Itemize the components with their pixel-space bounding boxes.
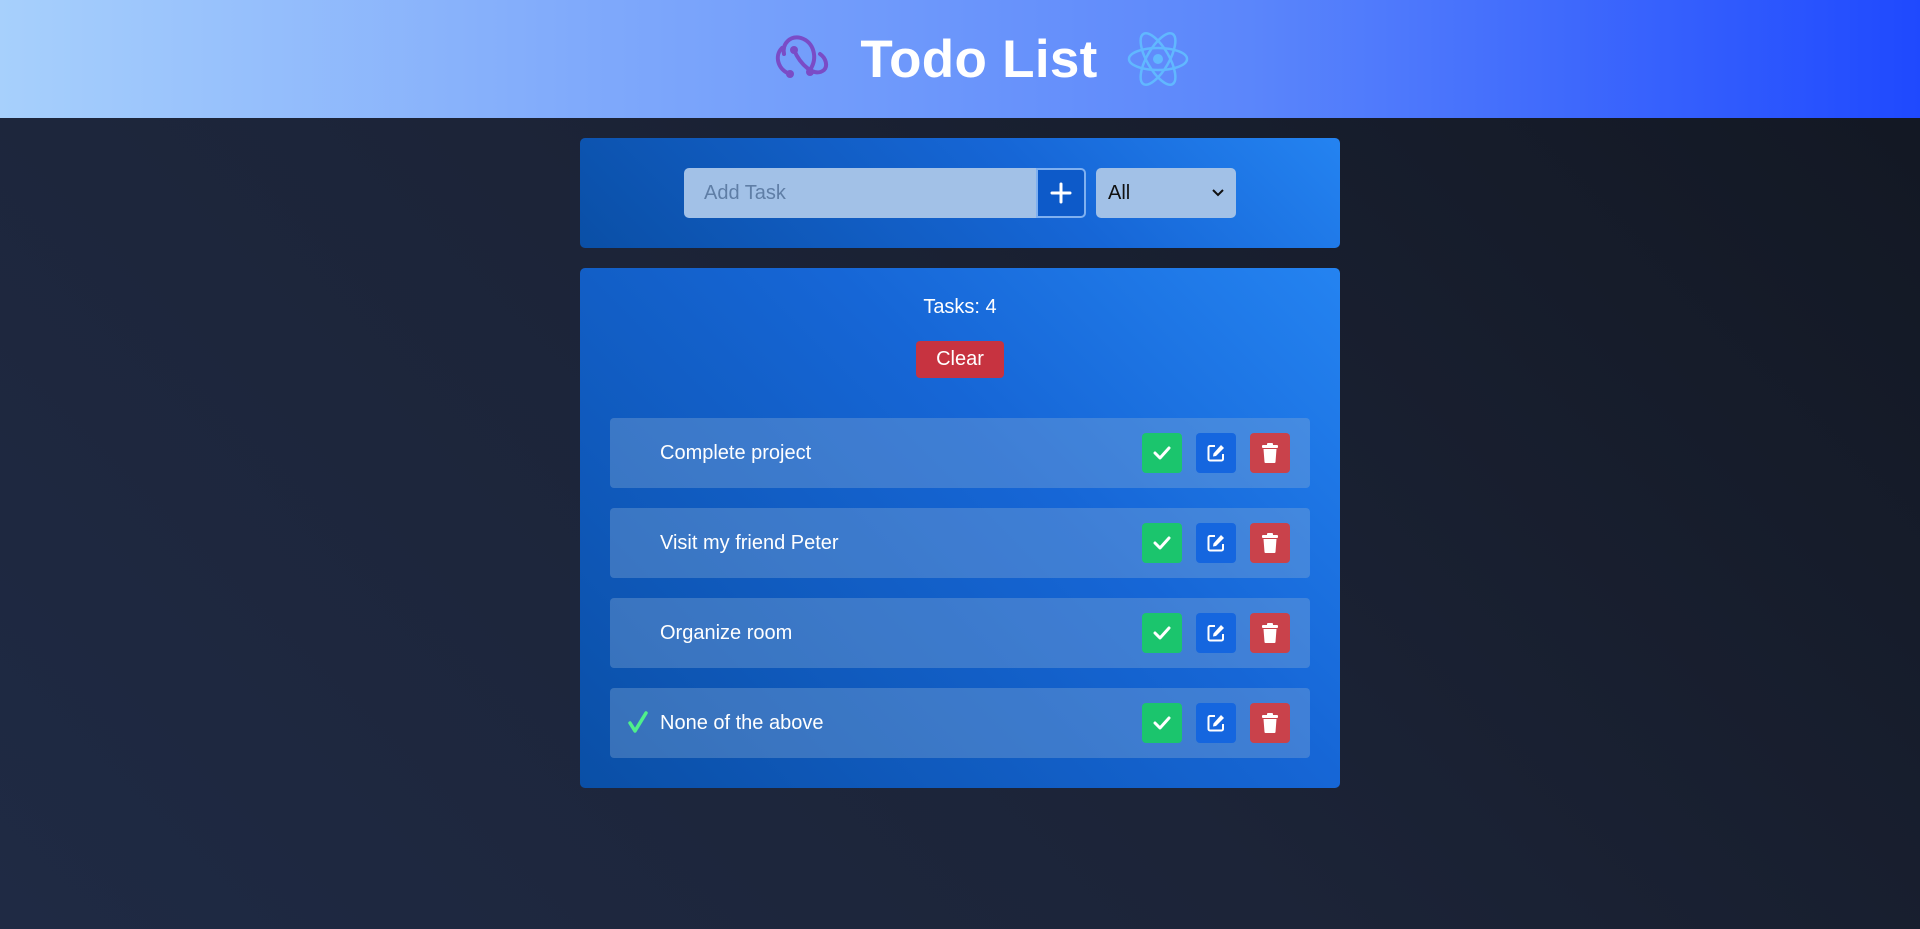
task-actions [1142, 523, 1290, 563]
delete-button[interactable] [1250, 523, 1290, 563]
add-task-row: All [684, 168, 1236, 218]
trash-icon [1262, 623, 1278, 643]
redux-logo-icon [770, 28, 832, 90]
task-actions [1142, 433, 1290, 473]
delete-button[interactable] [1250, 433, 1290, 473]
completed-check-icon [628, 710, 648, 739]
task-item: Organize room [610, 598, 1310, 668]
edit-icon [1207, 625, 1224, 642]
task-label: Visit my friend Peter [660, 532, 839, 554]
trash-icon [1262, 443, 1278, 463]
task-list-panel: Tasks: 4 Clear Complete project Visit my… [580, 268, 1340, 788]
task-actions [1142, 613, 1290, 653]
trash-icon [1262, 713, 1278, 733]
trash-icon [1262, 533, 1278, 553]
task-item: None of the above [610, 688, 1310, 758]
edit-button[interactable] [1196, 433, 1236, 473]
add-task-button[interactable] [1036, 168, 1086, 218]
app-header: Todo List [0, 0, 1920, 118]
complete-button[interactable] [1142, 613, 1182, 653]
add-task-input[interactable] [684, 168, 1036, 218]
complete-button[interactable] [1142, 703, 1182, 743]
delete-button[interactable] [1250, 703, 1290, 743]
edit-button[interactable] [1196, 613, 1236, 653]
plus-icon [1050, 182, 1072, 204]
edit-button[interactable] [1196, 523, 1236, 563]
add-task-panel: All [580, 138, 1340, 248]
task-label: Organize room [660, 622, 793, 644]
task-label: None of the above [660, 712, 824, 734]
check-icon [1153, 716, 1171, 730]
check-icon [1153, 446, 1171, 460]
edit-button[interactable] [1196, 703, 1236, 743]
task-item: Complete project [610, 418, 1310, 488]
complete-button[interactable] [1142, 433, 1182, 473]
task-item: Visit my friend Peter [610, 508, 1310, 578]
edit-icon [1207, 445, 1224, 462]
clear-button[interactable]: Clear [916, 341, 1004, 378]
filter-select[interactable]: All [1096, 168, 1236, 218]
edit-icon [1207, 715, 1224, 732]
chevron-down-icon [1212, 189, 1224, 197]
header-content: Todo List [770, 27, 1189, 91]
check-icon [1153, 626, 1171, 640]
page-title: Todo List [860, 29, 1098, 89]
task-actions [1142, 703, 1290, 743]
complete-button[interactable] [1142, 523, 1182, 563]
check-icon [1153, 536, 1171, 550]
delete-button[interactable] [1250, 613, 1290, 653]
edit-icon [1207, 535, 1224, 552]
react-logo-icon [1126, 27, 1190, 91]
task-count: Tasks: 4 [923, 296, 997, 318]
task-label: Complete project [660, 442, 812, 464]
filter-selected-value: All [1108, 181, 1131, 204]
